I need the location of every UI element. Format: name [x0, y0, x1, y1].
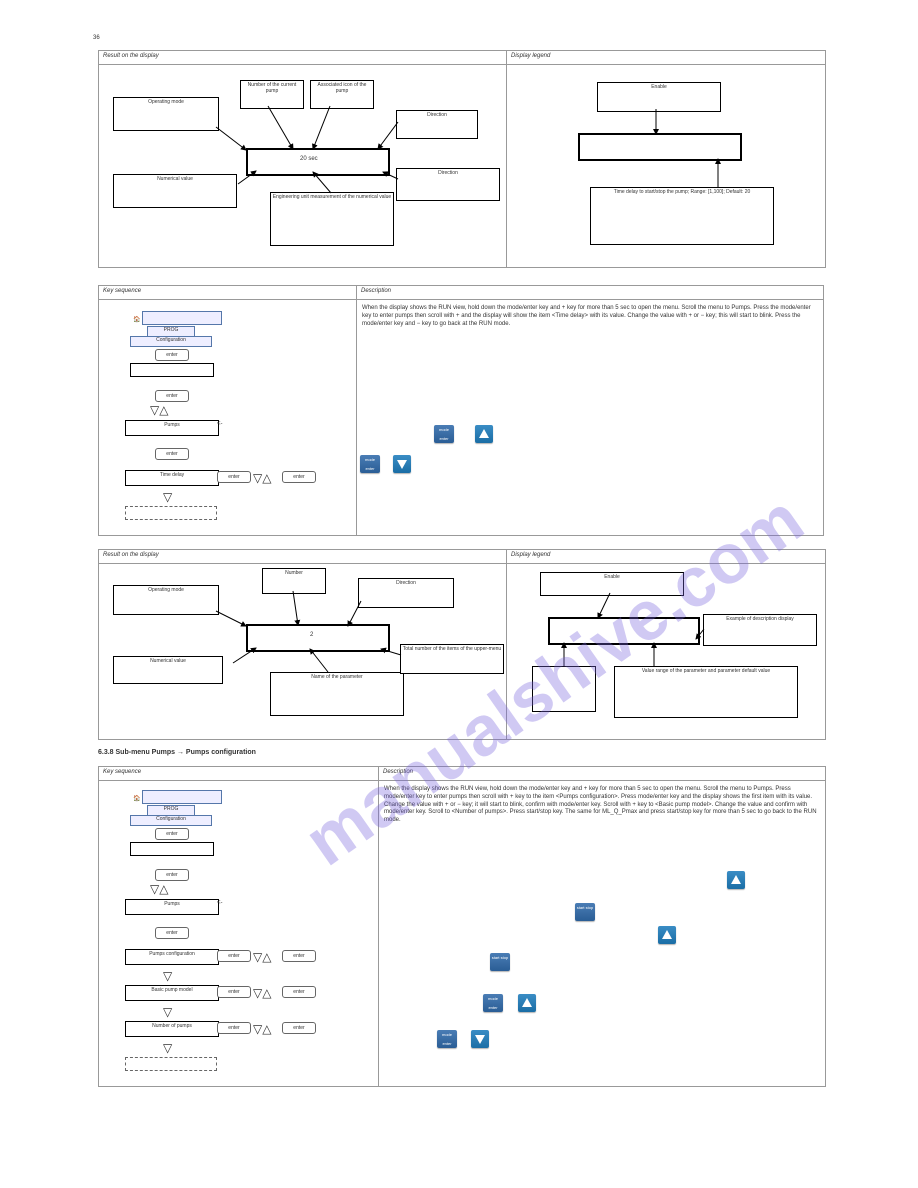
c-number: Number: [262, 568, 326, 594]
c-mode: Operating mode: [113, 585, 219, 615]
nav-arrows-1: ▽△: [150, 403, 168, 419]
cursor-left-d: <-: [217, 900, 223, 908]
box-dir2: Direction: [396, 168, 500, 201]
d-pumps: Pumps: [125, 899, 219, 915]
nav-arrows-d1: ▽△: [150, 882, 168, 898]
mode-enter-icon-d2[interactable]: mode enter: [437, 1030, 457, 1048]
display-main-a: 20 sec: [300, 156, 318, 164]
plus-icon-d3[interactable]: [518, 994, 536, 1012]
bc-config: Configuration: [130, 336, 212, 347]
panel-b-right-title: Description: [361, 288, 391, 296]
c-direction: Direction: [358, 578, 454, 608]
key-enter-4: enter: [217, 471, 251, 483]
panel-b-left-title: Key sequence: [103, 288, 141, 296]
panel-c-left-title: Result on the display: [103, 552, 159, 560]
box-value: Numerical value: [113, 174, 237, 208]
mode-enter-icon-2[interactable]: mode enter: [360, 455, 380, 473]
section-title: 6.3.8 Sub-menu Pumps → Pumps configurati…: [98, 748, 256, 757]
minus-icon-1[interactable]: [393, 455, 411, 473]
panel-d-right-title: Description: [383, 769, 413, 777]
panel-d-desc: When the display shows the RUN view, hol…: [384, 786, 818, 825]
c-example: Example of description display: [703, 614, 817, 646]
c-value: Numerical value: [113, 656, 223, 684]
d-num-pumps: Number of pumps: [125, 1021, 219, 1037]
box-enable: Enable: [597, 82, 721, 112]
panel-a-right-title: Display legend: [511, 53, 550, 61]
plus-icon-1[interactable]: [475, 425, 493, 443]
cursor-left: <-: [217, 421, 223, 429]
nav-down-1: ▽: [163, 490, 172, 506]
minus-icon-d1[interactable]: [471, 1030, 489, 1048]
mode-enter-icon-d1[interactable]: mode enter: [483, 994, 503, 1012]
panel-d-left-title: Key sequence: [103, 769, 141, 777]
c-param-name: Name of the parameter: [270, 672, 404, 716]
panel-c-right-title: Display legend: [511, 552, 550, 560]
c-range: Value range of the parameter and paramet…: [614, 666, 798, 718]
key-enter-1: enter: [155, 349, 189, 361]
start-stop-icon-2[interactable]: start stop: [490, 953, 510, 971]
key-enter-d3: enter: [155, 927, 189, 939]
key-enter-d5: enter: [282, 950, 316, 962]
home-icon: 🏠: [133, 317, 140, 325]
box-direction: Direction: [396, 110, 478, 139]
mode-enter-icon-1[interactable]: mode enter: [434, 425, 454, 443]
home-icon-d: 🏠: [133, 796, 140, 804]
nav-down-d2: ▽: [163, 1005, 172, 1021]
page-number: 36: [93, 35, 100, 41]
key-enter-d8: enter: [217, 1022, 251, 1034]
key-enter-d6: enter: [217, 986, 251, 998]
key-enter-d2: enter: [155, 869, 189, 881]
nav-down-d1: ▽: [163, 969, 172, 985]
key-enter-2: enter: [155, 390, 189, 402]
panel-b-desc: When the display shows the RUN view, hol…: [362, 305, 817, 328]
nav-arrows-d4: ▽△: [253, 1022, 271, 1038]
box-time-delay: Time delay to start/stop the pump; Range…: [590, 187, 774, 245]
box-op-mode: Operating mode: [113, 97, 219, 131]
box-unit: Engineering unit measurement of the nume…: [270, 192, 394, 246]
nav-arrows-d3: ▽△: [253, 986, 271, 1002]
key-enter-d4: enter: [217, 950, 251, 962]
d-pumps-config: Pumps configuration: [125, 949, 219, 965]
box-icon-pump: Associated icon of the pump: [310, 80, 374, 109]
key-enter-d9: enter: [282, 1022, 316, 1034]
step-time-delay: Time delay: [125, 470, 219, 486]
start-stop-icon-1[interactable]: start stop: [575, 903, 595, 921]
key-enter-5: enter: [282, 471, 316, 483]
panel-a-left-title: Result on the display: [103, 53, 159, 61]
key-enter-d1: enter: [155, 828, 189, 840]
display-main-c: 2: [310, 632, 313, 640]
key-enter-3: enter: [155, 448, 189, 460]
nav-arrows-d2: ▽△: [253, 950, 271, 966]
d-pump-model: Basic pump model: [125, 985, 219, 1001]
c-enable: Enable: [540, 572, 684, 596]
plus-icon-d1[interactable]: [727, 871, 745, 889]
box-num-pump: Number of the current pump: [240, 80, 304, 109]
plus-icon-d2[interactable]: [658, 926, 676, 944]
nav-down-d3: ▽: [163, 1041, 172, 1057]
bc-config-d: Configuration: [130, 815, 212, 826]
key-enter-d7: enter: [282, 986, 316, 998]
nav-arrows-2: ▽△: [253, 471, 271, 487]
c-total: Total number of the items of the upper-m…: [400, 644, 504, 674]
step-pumps: Pumps: [125, 420, 219, 436]
